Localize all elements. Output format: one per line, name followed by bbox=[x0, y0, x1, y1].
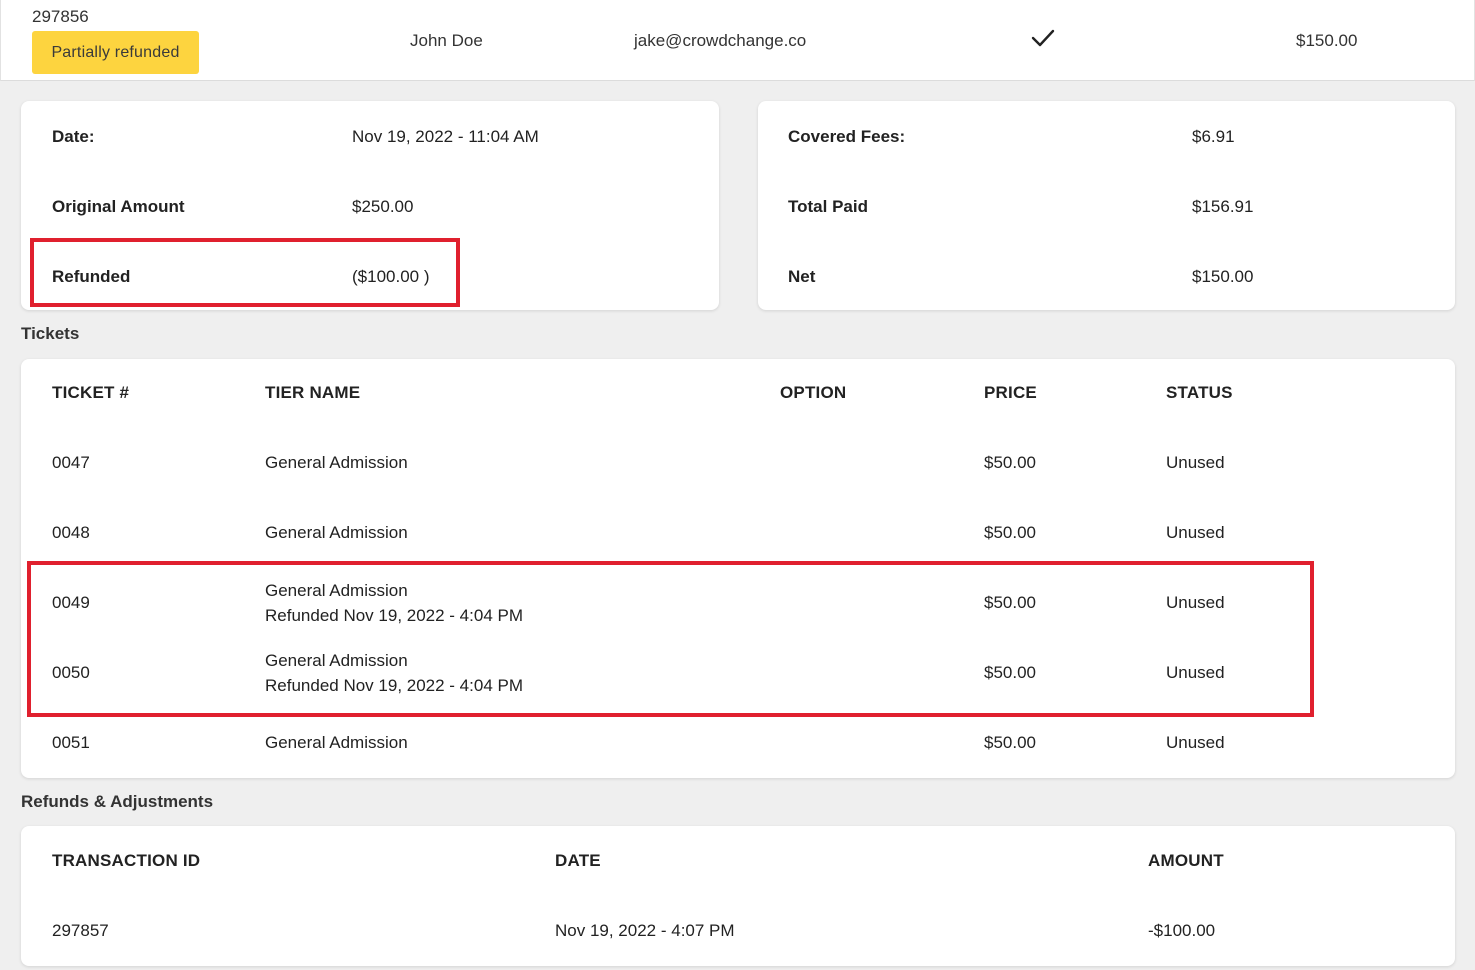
refunds-section-title: Refunds & Adjustments bbox=[21, 792, 214, 811]
order-total: $150.00 bbox=[1296, 31, 1358, 50]
ticket-price: $50.00 bbox=[984, 733, 1036, 752]
ticket-number: 0047 bbox=[52, 453, 90, 472]
original-amount-value: $250.00 bbox=[352, 197, 414, 216]
ticket-price: $50.00 bbox=[984, 453, 1036, 472]
date-label: Date: bbox=[52, 127, 95, 146]
refund-transaction-id: 297857 bbox=[52, 921, 109, 940]
original-amount-label: Original Amount bbox=[52, 197, 185, 216]
status-badge: Partially refunded bbox=[32, 31, 199, 74]
covered-fees-value: $6.91 bbox=[1192, 127, 1235, 146]
check-icon bbox=[1031, 29, 1055, 47]
refunds-card: TRANSACTION ID DATE AMOUNT 297857 Nov 19… bbox=[21, 826, 1455, 966]
col-amount: AMOUNT bbox=[1148, 851, 1224, 870]
total-paid-label: Total Paid bbox=[788, 197, 868, 216]
col-option: OPTION bbox=[780, 383, 847, 402]
ticket-number: 0051 bbox=[52, 733, 90, 752]
order-id: 297856 bbox=[32, 7, 89, 26]
ticket-tier: General Admission bbox=[265, 523, 408, 542]
ticket-number: 0048 bbox=[52, 523, 90, 542]
donor-name: John Doe bbox=[410, 31, 483, 50]
summary-card-right: Covered Fees: $6.91 Total Paid $156.91 N… bbox=[758, 101, 1455, 310]
refund-date: Nov 19, 2022 - 4:07 PM bbox=[555, 921, 735, 940]
order-header-row[interactable]: 297856 Partially refunded John Doe jake@… bbox=[0, 0, 1475, 81]
col-price: PRICE bbox=[984, 383, 1037, 402]
col-transaction-id: TRANSACTION ID bbox=[52, 851, 201, 870]
net-value: $150.00 bbox=[1192, 267, 1254, 286]
ticket-status: Unused bbox=[1166, 733, 1225, 752]
col-ticket-number: TICKET # bbox=[52, 383, 130, 402]
ticket-tier: General Admission bbox=[265, 733, 408, 752]
covered-fees-label: Covered Fees: bbox=[788, 127, 906, 146]
refunded-tickets-highlight-box bbox=[27, 561, 1314, 717]
date-value: Nov 19, 2022 - 11:04 AM bbox=[352, 127, 539, 146]
col-status: STATUS bbox=[1166, 383, 1233, 402]
donor-email: jake@crowdchange.co bbox=[634, 31, 807, 50]
refunded-highlight-box bbox=[30, 238, 460, 307]
col-date: DATE bbox=[555, 851, 601, 870]
col-tier-name: TIER NAME bbox=[265, 383, 361, 402]
total-paid-value: $156.91 bbox=[1192, 197, 1254, 216]
tickets-section-title: Tickets bbox=[21, 324, 80, 343]
ticket-status: Unused bbox=[1166, 453, 1225, 472]
ticket-status: Unused bbox=[1166, 523, 1225, 542]
net-label: Net bbox=[788, 267, 816, 286]
ticket-price: $50.00 bbox=[984, 523, 1036, 542]
refund-amount: -$100.00 bbox=[1148, 921, 1216, 940]
ticket-tier: General Admission bbox=[265, 453, 408, 472]
